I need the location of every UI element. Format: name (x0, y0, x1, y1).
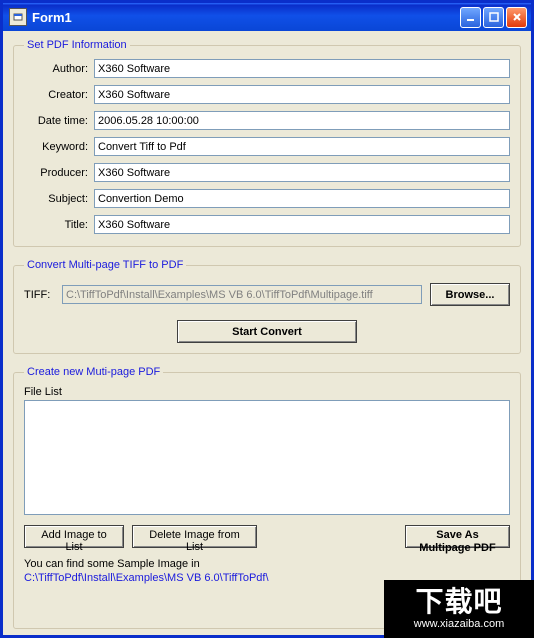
convert-legend: Convert Multi-page TIFF to PDF (24, 259, 186, 271)
convert-group: Convert Multi-page TIFF to PDF TIFF: Bro… (13, 259, 521, 354)
keyword-label: Keyword: (24, 141, 94, 153)
file-list-label: File List (24, 386, 510, 398)
save-as-pdf-button[interactable]: Save As Multipage PDF (405, 525, 510, 548)
close-button[interactable] (506, 7, 527, 28)
browse-button[interactable]: Browse... (430, 283, 510, 306)
datetime-label: Date time: (24, 115, 94, 127)
producer-label: Producer: (24, 167, 94, 179)
keyword-input[interactable] (94, 137, 510, 156)
author-input[interactable] (94, 59, 510, 78)
tiff-label: TIFF: (24, 289, 54, 301)
window-title: Form1 (32, 10, 460, 25)
maximize-button[interactable] (483, 7, 504, 28)
create-legend: Create new Muti-page PDF (24, 366, 163, 378)
window-controls (460, 7, 527, 28)
subject-label: Subject: (24, 193, 94, 205)
tiff-path-input (62, 285, 422, 304)
app-icon (9, 8, 27, 26)
creator-label: Creator: (24, 89, 94, 101)
subject-input[interactable] (94, 189, 510, 208)
client-area: Set PDF Information Author: Creator: Dat… (3, 31, 531, 635)
creator-input[interactable] (94, 85, 510, 104)
title-label: Title: (24, 219, 94, 231)
file-list[interactable] (24, 400, 510, 515)
create-group: Create new Muti-page PDF File List Add I… (13, 366, 521, 629)
author-label: Author: (24, 63, 94, 75)
sample-image-text: You can find some Sample Image in (24, 558, 510, 570)
delete-image-button[interactable]: Delete Image from List (132, 525, 257, 548)
datetime-input[interactable] (94, 111, 510, 130)
add-image-button[interactable]: Add Image to List (24, 525, 124, 548)
titlebar: Form1 (3, 3, 531, 31)
sample-image-path: C:\TiffToPdf\Install\Examples\MS VB 6.0\… (24, 572, 510, 584)
minimize-button[interactable] (460, 7, 481, 28)
producer-input[interactable] (94, 163, 510, 182)
pdf-info-legend: Set PDF Information (24, 39, 130, 51)
pdf-info-group: Set PDF Information Author: Creator: Dat… (13, 39, 521, 247)
title-input[interactable] (94, 215, 510, 234)
window: Form1 Set PDF Information Author: Creato… (0, 0, 534, 638)
start-convert-button[interactable]: Start Convert (177, 320, 357, 343)
